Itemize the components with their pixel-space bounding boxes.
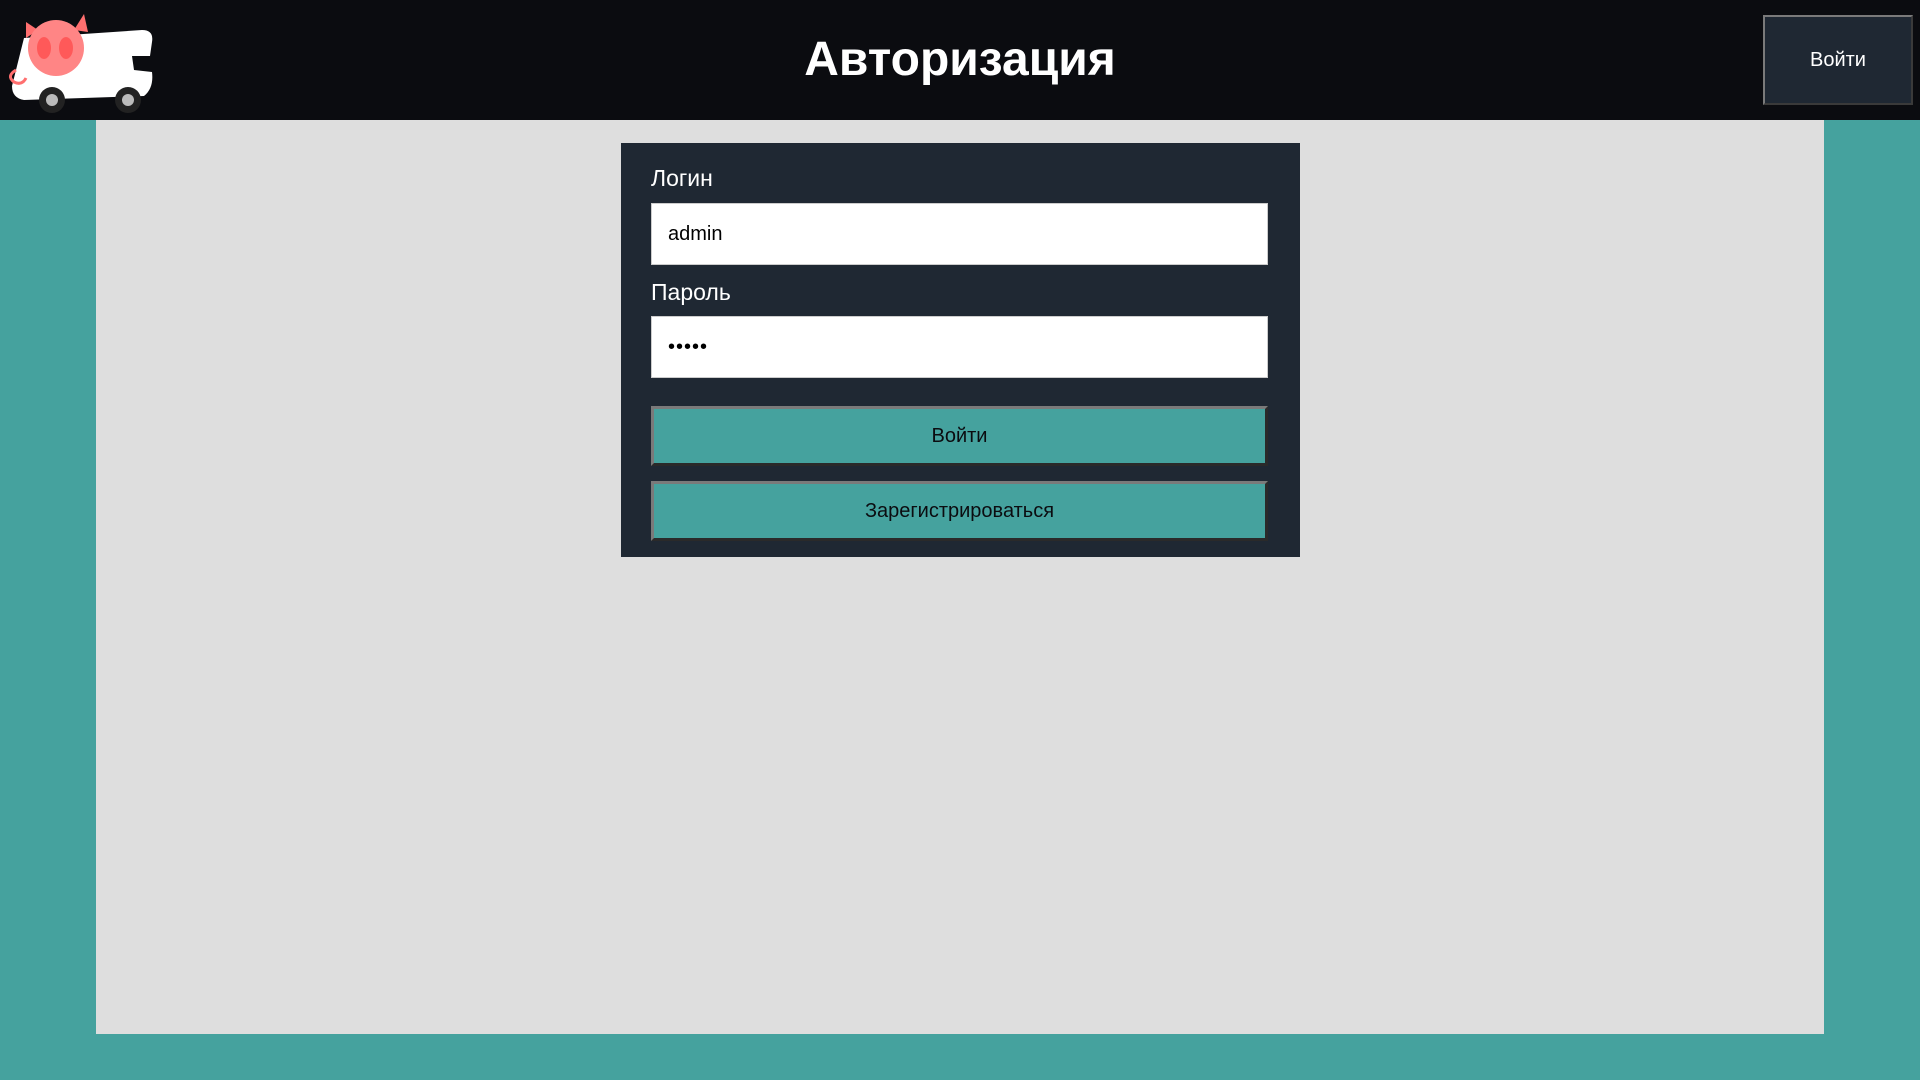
page-title: Авторизация — [804, 33, 1116, 86]
password-label: Пароль — [651, 279, 731, 305]
header-bar: Авторизация Войти — [0, 0, 1920, 120]
header-login-button[interactable]: Войти — [1763, 15, 1913, 105]
login-input[interactable] — [651, 203, 1268, 265]
submit-login-button[interactable]: Войти — [651, 406, 1268, 466]
login-form-panel: Логин Пароль Войти Зарегистрироваться — [621, 143, 1300, 557]
login-label: Логин — [651, 165, 713, 191]
main-content: Логин Пароль Войти Зарегистрироваться — [96, 120, 1824, 1034]
password-input[interactable] — [651, 316, 1268, 378]
register-button[interactable]: Зарегистрироваться — [651, 481, 1268, 541]
